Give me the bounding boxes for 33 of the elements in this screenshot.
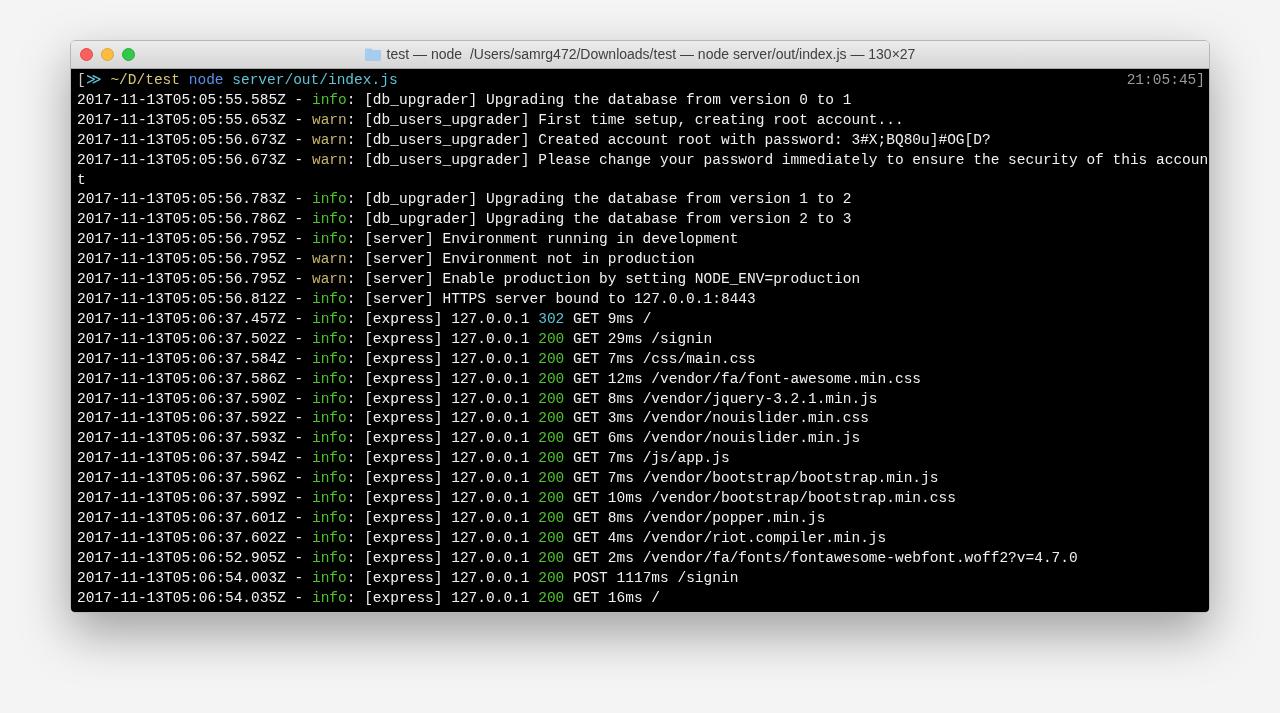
log-line: 2017-11-13T05:06:37.592Z - info: [express] 127.0.0.1 200 GET 3ms /vendor/nouislider.min.css bbox=[77, 409, 869, 429]
log-line: 2017-11-13T05:05:56.786Z - info: [db_upgrader] Upgrading the database from version 2 to 3 bbox=[77, 210, 852, 230]
log-line: 2017-11-13T05:05:55.585Z - info: [db_upgrader] Upgrading the database from version 0 to 1 bbox=[77, 90, 852, 110]
close-button[interactable] bbox=[80, 48, 93, 61]
log-line: 2017-11-13T05:05:55.653Z - warn: [db_users_upgrader] First time setup, creating root account... bbox=[77, 110, 904, 130]
log-line: 2017-11-13T05:05:56.783Z - info: [db_upgrader] Upgrading the database from version 1 to 2 bbox=[77, 190, 852, 210]
log-line: 2017-11-13T05:06:37.601Z - info: [express] 127.0.0.1 200 GET 8ms /vendor/popper.min.js bbox=[77, 508, 826, 528]
command-prompt: [≫ ~/D/test node server/out/index.js bbox=[77, 71, 398, 90]
log-line: 2017-11-13T05:05:56.673Z - warn: [db_users_upgrader] Please change your password immediately to ensure the security of this accoun bbox=[77, 150, 1209, 170]
prompt-time: 21:05:45] bbox=[1126, 71, 1205, 90]
log-line: 2017-11-13T05:06:37.586Z - info: [express] 127.0.0.1 200 GET 12ms /vendor/fa/font-awesome.min.css bbox=[77, 369, 922, 389]
log-line: 2017-11-13T05:06:37.599Z - info: [express] 127.0.0.1 200 GET 10ms /vendor/bootstrap/bootstrap.min.css bbox=[77, 489, 956, 509]
log-line: 2017-11-13T05:06:37.590Z - info: [express] 127.0.0.1 200 GET 8ms /vendor/jquery-3.2.1.min.js bbox=[77, 389, 878, 409]
log-line: t bbox=[77, 170, 86, 190]
log-line: 2017-11-13T05:05:56.673Z - warn: [db_users_upgrader] Created account root with password: 3#X;BQ80u]#OG[D? bbox=[77, 130, 991, 150]
log-line: 2017-11-13T05:06:37.502Z - info: [express] 127.0.0.1 200 GET 29ms /signin bbox=[77, 329, 713, 349]
log-line: 2017-11-13T05:05:56.795Z - info: [server] Environment running in development bbox=[77, 230, 739, 250]
log-line: 2017-11-13T05:06:37.602Z - info: [express] 127.0.0.1 200 GET 4ms /vendor/riot.compiler.min.js bbox=[77, 528, 887, 548]
zoom-button[interactable] bbox=[122, 48, 135, 61]
minimize-button[interactable] bbox=[101, 48, 114, 61]
log-line: 2017-11-13T05:06:54.035Z - info: [express] 127.0.0.1 200 GET 16ms / bbox=[77, 588, 661, 608]
log-line: 2017-11-13T05:05:56.812Z - info: [server] HTTPS server bound to 127.0.0.1:8443 bbox=[77, 289, 756, 309]
log-line: 2017-11-13T05:06:37.593Z - info: [express] 127.0.0.1 200 GET 6ms /vendor/nouislider.min.js bbox=[77, 429, 861, 449]
log-line: 2017-11-13T05:05:56.795Z - warn: [server] Environment not in production bbox=[77, 250, 695, 270]
window-title: test — node /Users/samrg472/Downloads/test — node server/out/index.js — 130×27 bbox=[386, 45, 916, 64]
log-line: 2017-11-13T05:05:56.795Z - warn: [server] Enable production by setting NODE_ENV=production bbox=[77, 270, 861, 290]
folder-icon bbox=[364, 48, 381, 61]
log-line: 2017-11-13T05:06:54.003Z - info: [express] 127.0.0.1 200 POST 1117ms /signin bbox=[77, 568, 739, 588]
log-line: 2017-11-13T05:06:37.584Z - info: [express] 127.0.0.1 200 GET 7ms /css/main.css bbox=[77, 349, 756, 369]
log-line: 2017-11-13T05:06:52.905Z - info: [express] 127.0.0.1 200 GET 2ms /vendor/fa/fonts/fontawesome-webfont.woff2?v=4.7.0 bbox=[77, 548, 1078, 568]
log-line: 2017-11-13T05:06:37.596Z - info: [express] 127.0.0.1 200 GET 7ms /vendor/bootstrap/bootstrap.min.js bbox=[77, 469, 939, 489]
log-line: 2017-11-13T05:06:37.457Z - info: [express] 127.0.0.1 302 GET 9ms / bbox=[77, 309, 652, 329]
log-line: 2017-11-13T05:06:37.594Z - info: [express] 127.0.0.1 200 GET 7ms /js/app.js bbox=[77, 449, 730, 469]
